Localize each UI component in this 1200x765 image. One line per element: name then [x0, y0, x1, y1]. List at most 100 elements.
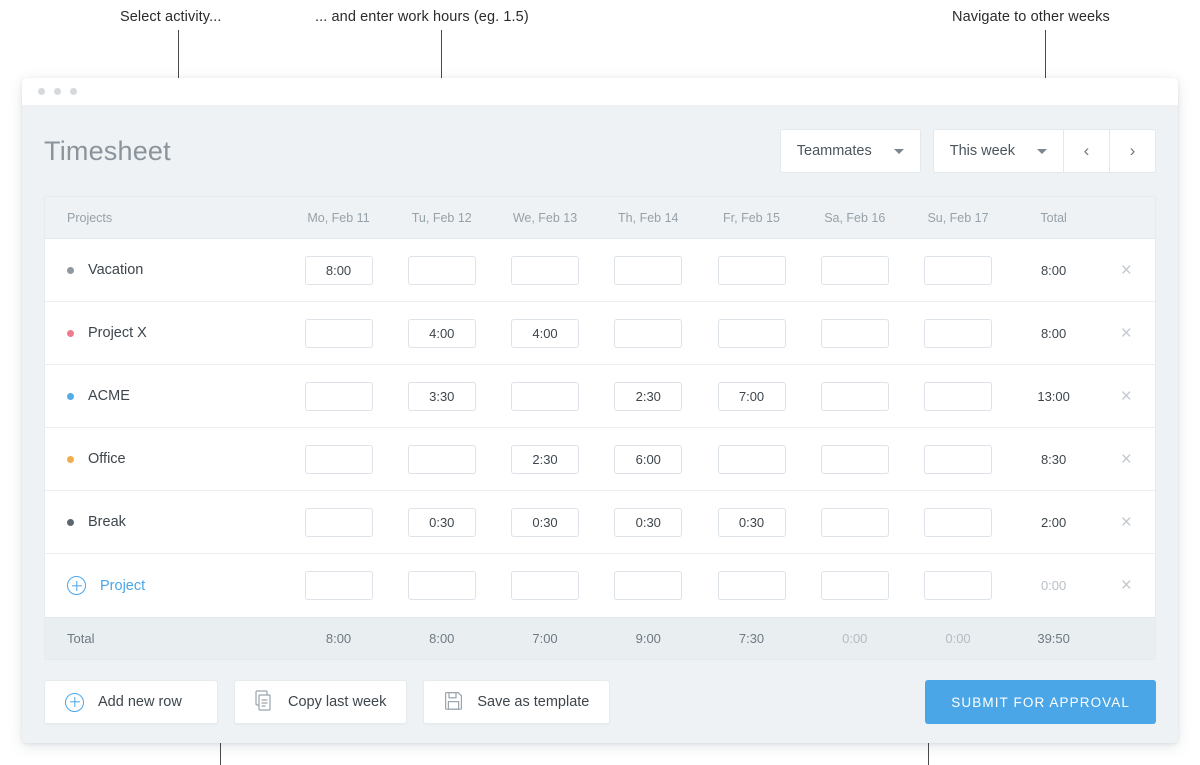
hours-input[interactable] [304, 571, 373, 600]
hours-cell[interactable] [700, 381, 803, 411]
add-row-cell-4[interactable] [700, 571, 803, 600]
hours-cell[interactable] [390, 507, 493, 537]
hours-cell[interactable] [493, 318, 596, 348]
add-row-cell-1[interactable] [390, 571, 493, 600]
delete-row-button[interactable]: × [1098, 261, 1155, 280]
hours-input[interactable] [407, 381, 476, 411]
teammates-dropdown[interactable]: Teammates [779, 129, 921, 173]
hours-input[interactable] [717, 318, 786, 348]
hours-input[interactable] [614, 318, 683, 348]
project-cell[interactable]: ACME [45, 388, 287, 404]
hours-cell[interactable] [803, 444, 906, 474]
add-project-cell[interactable]: Project [45, 576, 287, 595]
delete-row-button[interactable]: × [1098, 576, 1155, 595]
hours-input[interactable] [924, 507, 993, 537]
hours-input[interactable] [614, 507, 683, 537]
hours-input[interactable] [511, 255, 580, 285]
hours-cell[interactable] [700, 318, 803, 348]
project-cell[interactable]: Project X [45, 325, 287, 341]
hours-cell[interactable] [906, 318, 1009, 348]
hours-input[interactable] [924, 255, 993, 285]
hours-cell[interactable] [597, 507, 700, 537]
hours-cell[interactable] [906, 507, 1009, 537]
hours-cell[interactable] [906, 381, 1009, 411]
hours-cell[interactable] [700, 507, 803, 537]
hours-cell[interactable] [803, 318, 906, 348]
hours-input[interactable] [717, 571, 786, 600]
hours-cell[interactable] [803, 507, 906, 537]
hours-cell[interactable] [287, 507, 390, 537]
hours-input[interactable] [407, 318, 476, 348]
hours-cell[interactable] [700, 444, 803, 474]
project-cell[interactable]: Office [45, 451, 287, 467]
hours-input[interactable] [820, 571, 889, 600]
hours-input[interactable] [304, 318, 373, 348]
delete-row-button[interactable]: × [1098, 387, 1155, 406]
hours-cell[interactable] [493, 444, 596, 474]
week-dropdown[interactable]: This week [932, 129, 1064, 173]
hours-cell[interactable] [597, 381, 700, 411]
save-as-template-button[interactable]: Save as template [423, 680, 611, 724]
hours-input[interactable] [924, 318, 993, 348]
hours-cell[interactable] [803, 381, 906, 411]
hours-cell[interactable] [803, 255, 906, 285]
hours-input[interactable] [407, 255, 476, 285]
hours-cell[interactable] [287, 444, 390, 474]
window-maximize-dot[interactable] [70, 88, 77, 95]
hours-cell[interactable] [390, 318, 493, 348]
add-row-cell-5[interactable] [803, 571, 906, 600]
next-week-button[interactable]: › [1110, 129, 1156, 173]
window-close-dot[interactable] [38, 88, 45, 95]
hours-cell[interactable] [906, 444, 1009, 474]
hours-input[interactable] [820, 444, 889, 474]
hours-cell[interactable] [493, 507, 596, 537]
add-row-cell-3[interactable] [597, 571, 700, 600]
hours-input[interactable] [614, 381, 683, 411]
hours-cell[interactable] [700, 255, 803, 285]
hours-input[interactable] [407, 444, 476, 474]
add-row-cell-0[interactable] [287, 571, 390, 600]
previous-week-button[interactable]: ‹ [1064, 129, 1110, 173]
hours-input[interactable] [407, 507, 476, 537]
hours-input[interactable] [820, 318, 889, 348]
add-new-row-button[interactable]: Add new row [44, 680, 218, 724]
hours-input[interactable] [924, 444, 993, 474]
project-cell[interactable]: Break [45, 514, 287, 530]
hours-input[interactable] [924, 571, 993, 600]
hours-input[interactable] [511, 571, 580, 600]
hours-input[interactable] [717, 507, 786, 537]
hours-cell[interactable] [597, 444, 700, 474]
hours-cell[interactable] [287, 255, 390, 285]
hours-input[interactable] [717, 381, 786, 411]
delete-row-button[interactable]: × [1098, 324, 1155, 343]
hours-input[interactable] [614, 571, 683, 600]
hours-input[interactable] [820, 507, 889, 537]
hours-cell[interactable] [390, 255, 493, 285]
project-cell[interactable]: Vacation [45, 262, 287, 278]
copy-last-week-button[interactable]: Copy last week [234, 680, 408, 724]
hours-input[interactable] [511, 318, 580, 348]
hours-input[interactable] [407, 571, 476, 600]
hours-input[interactable] [820, 381, 889, 411]
hours-input[interactable] [304, 507, 373, 537]
hours-input[interactable] [820, 255, 889, 285]
hours-cell[interactable] [597, 255, 700, 285]
hours-cell[interactable] [390, 444, 493, 474]
hours-cell[interactable] [597, 318, 700, 348]
hours-cell[interactable] [906, 255, 1009, 285]
hours-input[interactable] [304, 444, 373, 474]
hours-input[interactable] [924, 381, 993, 411]
add-row-cell-6[interactable] [906, 571, 1009, 600]
hours-input[interactable] [304, 381, 373, 411]
delete-row-button[interactable]: × [1098, 450, 1155, 469]
hours-cell[interactable] [287, 381, 390, 411]
submit-for-approval-button[interactable]: SUBMIT FOR APPROVAL [925, 680, 1156, 724]
hours-input[interactable] [511, 507, 580, 537]
hours-input[interactable] [511, 381, 580, 411]
hours-input[interactable] [614, 255, 683, 285]
hours-input[interactable] [717, 255, 786, 285]
hours-cell[interactable] [493, 381, 596, 411]
hours-input[interactable] [304, 255, 373, 285]
hours-input[interactable] [717, 444, 786, 474]
hours-cell[interactable] [493, 255, 596, 285]
